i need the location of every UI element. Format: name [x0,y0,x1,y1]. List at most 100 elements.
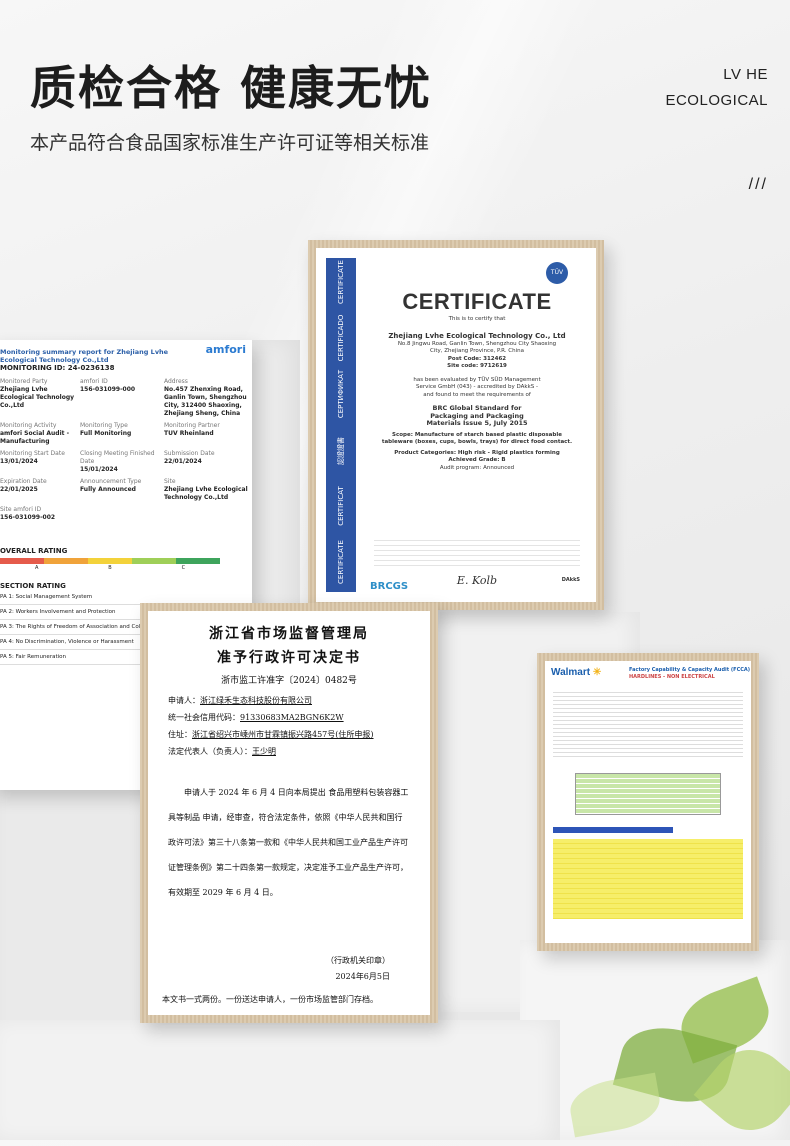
amfori-fields: Monitored Party Zhejiang Lvhe Ecological … [0,378,248,522]
certificate-title: CERTIFICATE [402,289,552,314]
amfori-field: Monitoring Partner TUV Rheinland [164,422,252,446]
amfori-field: Address No.457 Zhenxing Road, Ganlin Town… [164,378,252,418]
license-title: 准予行政许可决定书 [217,650,361,666]
walmart-title: Factory Capability & Capacity Audit (FCC… [629,667,751,673]
field-label: Expiration Date [0,478,47,485]
credit-label: 统一社会信用代码： [168,713,240,722]
field-label: Monitoring Activity [0,422,57,429]
field-label: Monitoring Partner [164,422,220,429]
field-value: Fully Announced [80,486,136,493]
rep-value: 王少明 [252,747,276,756]
address-value: 浙江省绍兴市嵊州市甘霖镇振兴路457号(住所申报) [192,730,374,739]
evaluated-text: has been evaluated by TÜV SÜD Management… [413,376,541,391]
license-body: 申请人于 2024 年 6 月 4 日向本局提出 食品用塑料包装容器工具等制品 … [168,788,409,897]
pedestal-front [0,1020,560,1140]
license-ref: 浙市监工许准字〔2024〕0482号 [221,676,357,686]
field-label: amfori ID [80,378,108,385]
brand-line-1: LV HE [723,66,768,83]
field-value: Zhejiang Lvhe Ecological Technology Co.,… [0,386,75,409]
field-value: TUV Rheinland [164,430,214,437]
brand-text: LV HE ECOLOGICAL [665,62,768,114]
field-label: Monitored Party [0,378,48,385]
side-strip-text: CERTIFICAT [337,486,345,526]
leaf [566,1072,664,1138]
field-label: Address [164,378,188,385]
categories-text: Product Categories: High risk - Rigid pl… [394,449,560,456]
rating-letters: A B C [0,564,220,572]
walmart-blue-bar [553,827,673,833]
certify-text: This is to certify that [448,315,506,322]
tuv-logo-icon: TÜV [546,262,568,284]
requirement-text: and found to meet the requirements of [423,391,531,398]
headline: 质检合格 健康无忧 [30,61,433,115]
brc-certificate: CERTIFICATE CERTIFICADO СЕРТИФИКАТ 認證證書 CERT… [316,248,596,602]
side-strip-text: CERTIFICADO [337,314,345,362]
program-text: Audit program: Announced [439,464,515,471]
field-value: Full Monitoring [80,430,132,437]
post-code: Post Code: 312462 [447,355,507,362]
side-strip-text: CERTIFICATE [337,540,345,584]
seal-text: （行政机关印章） [326,956,390,965]
field-value: 156-031099-000 [80,386,136,393]
company-address: No.8 Jingwu Road, Ganlin Town, Shengzhou… [397,340,557,355]
field-label: Monitoring Start Date [0,450,65,457]
applicant-label: 申请人： [168,696,200,705]
field-value: 22/01/2025 [0,486,38,493]
grade-text: Achieved Grade: B [448,457,506,463]
company-name: Zhejiang Lvhe Ecological Technology Co.,… [388,332,566,340]
walmart-highlight-block [553,839,743,919]
amfori-field: Monitored Party Zhejiang Lvhe Ecological … [0,378,80,418]
certificate-side-strip: CERTIFICATE CERTIFICADO СЕРТИФИКАТ 認證證書 CERT… [326,258,356,592]
walmart-text-lines [553,689,743,759]
brand-line-2: ECOLOGICAL [665,92,768,109]
section-rating-label: SECTION RATING [0,581,66,590]
amfori-field: amfori ID 156-031099-000 [80,378,164,418]
side-strip-text: 認證證書 [337,437,345,465]
rating-letter: C [181,564,186,571]
license-fields: 申请人：浙江绿禾生态科技股份有限公司 统一社会信用代码：91330683MA2B… [148,692,430,760]
site-code: Site code: 9712619 [447,363,507,369]
license-frame: 浙江省市场监督管理局 准予行政许可决定书 浙市监工许准字〔2024〕0482号 … [140,603,438,1023]
amfori-field: Submission Date 22/01/2024 [164,450,252,474]
field-value: 22/01/2024 [164,458,202,465]
amfori-field: Closing Meeting Finished Date 15/01/2024 [80,450,164,474]
license-document: 浙江省市场监督管理局 准予行政许可决定书 浙市监工许准字〔2024〕0482号 … [148,611,430,1015]
standard-name: BRC Global Standard for Packaging and Pa… [426,404,528,427]
amfori-field: Expiration Date 22/01/2025 [0,478,80,502]
brc-certificate-frame: CERTIFICATE CERTIFICADO СЕРТИФИКАТ 認證證書 CERT… [308,240,604,610]
scope-text: Scope: Manufacture of starch based plast… [381,431,573,446]
walmart-audit: Walmart ✳ Factory Capability & Capacity … [545,661,751,943]
rep-label: 法定代表人（负责人）： [168,747,252,756]
dakks-logo: DAkkS [561,576,580,583]
overall-rating-label: OVERALL RATING [0,546,68,555]
field-label: Announcement Type [80,478,142,485]
license-footer: 本文书一式两份。一份送达申请人，一份市场监管部门存档。 [162,995,378,1004]
amfori-field: Monitoring Type Full Monitoring [80,422,164,446]
amfori-note [0,530,244,537]
license-date: 2024年6月5日 [335,972,390,981]
subheadline: 本产品符合食品国家标准生产许可证等相关标准 [30,132,430,154]
details-lines [374,536,580,566]
amfori-title: Monitoring summary report for Zhejiang L… [0,348,169,364]
field-value: 13/01/2024 [0,458,38,465]
rating-letter: B [108,564,112,571]
field-value: Zhejiang Lvhe Ecological Technology Co.,… [164,486,248,501]
rating-letter: A [34,564,39,571]
walmart-logo: Walmart ✳ [551,667,602,678]
credit-value: 91330683MA2BGN6K2W [240,713,344,722]
certificate-body: TÜV CERTIFICATE This is to certify that … [368,258,586,592]
walmart-spark-icon: ✳ [592,667,602,678]
license-seal: （行政机关印章） 2024年6月5日 [148,953,430,985]
amfori-field: Monitoring Activity amfori Social Audit -… [0,422,80,446]
field-label: Monitoring Type [80,422,128,429]
walmart-audit-frame: Walmart ✳ Factory Capability & Capacity … [537,653,759,951]
signature: E. Kolb [456,573,498,587]
amfori-logo: amfori [205,343,246,356]
license-authority: 浙江省市场监督管理局 [209,626,369,642]
brcgs-logo: BRCGS [370,580,409,592]
field-value: 15/01/2024 [80,466,118,473]
field-label: Submission Date [164,450,215,457]
side-strip-text: CERTIFICATE [337,260,345,304]
amfori-field: Site amfori ID 156-031099-002 [0,506,80,522]
field-label: Site amfori ID [0,506,42,513]
